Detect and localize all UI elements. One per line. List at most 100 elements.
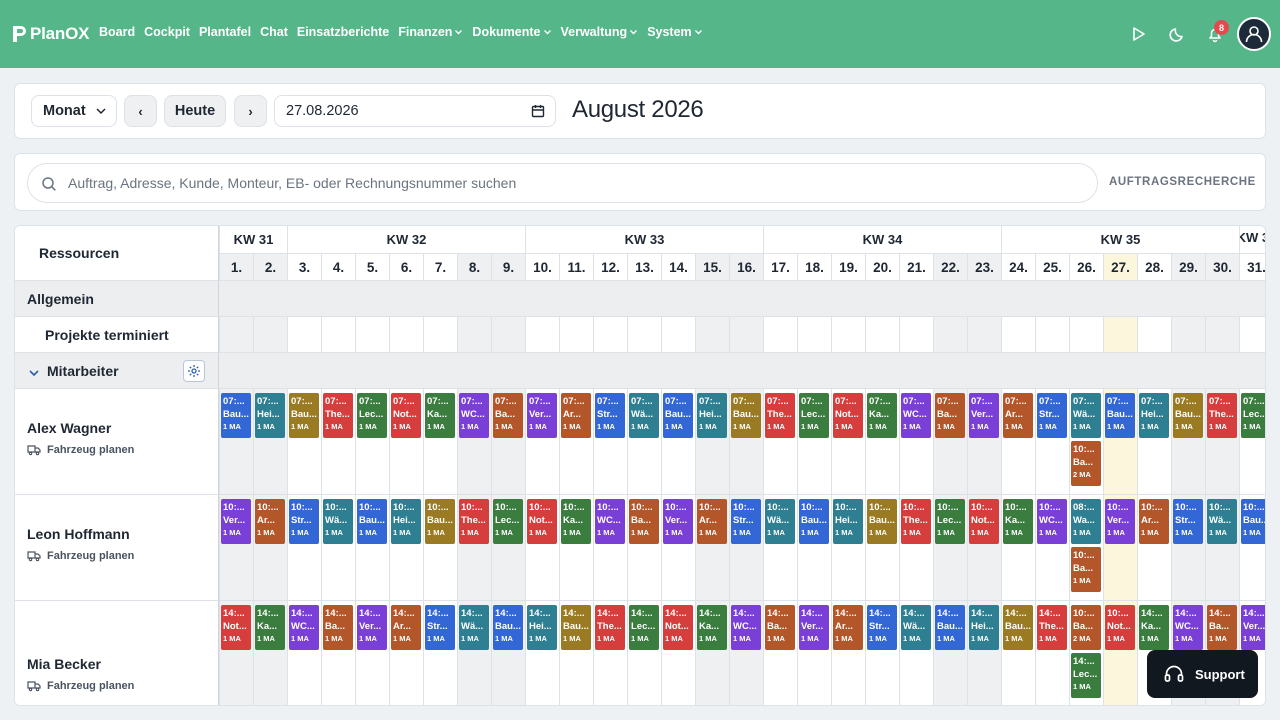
event-card[interactable]: 10:... Wä... 1 MA (323, 499, 353, 544)
event-card[interactable]: 14:... Ka... 1 MA (255, 605, 285, 650)
event-card[interactable]: 10:... WC... 1 MA (595, 499, 625, 544)
event-card[interactable]: 07:... Bau... 1 MA (221, 393, 251, 438)
event-card[interactable]: 10:... Wä... 1 MA (765, 499, 795, 544)
nav-item-finanzen[interactable]: Finanzen (398, 25, 463, 39)
event-card[interactable]: 10:... Str... 1 MA (731, 499, 761, 544)
event-card[interactable]: 14:... The... 1 MA (1037, 605, 1067, 650)
event-card[interactable]: 14:... Ka... 1 MA (1139, 605, 1169, 650)
event-card[interactable]: 10:... Ba... 2 MA (1071, 441, 1101, 486)
event-card[interactable]: 14:... Bau... 1 MA (561, 605, 591, 650)
event-card[interactable]: 14:... Str... 1 MA (867, 605, 897, 650)
event-card[interactable]: 14:... Ar... 1 MA (391, 605, 421, 650)
event-card[interactable]: 10:... Hei... 1 MA (833, 499, 863, 544)
auftragsrecherche-link[interactable]: AUFTRAGSRECHERCHE (1109, 176, 1256, 188)
event-card[interactable]: 10:... Ar... 1 MA (255, 499, 285, 544)
event-card[interactable]: 10:... Not... 1 MA (1105, 605, 1135, 650)
event-card[interactable]: 10:... Str... 1 MA (1173, 499, 1203, 544)
event-card[interactable]: 14:... Ver... 1 MA (1241, 605, 1265, 650)
event-card[interactable]: 10:... Ba... 1 MA (629, 499, 659, 544)
event-card[interactable]: 14:... Not... 1 MA (221, 605, 251, 650)
event-card[interactable]: 14:... WC... 1 MA (1173, 605, 1203, 650)
event-card[interactable]: 14:... Lec... 1 MA (1071, 653, 1101, 698)
event-card[interactable]: 07:... Bau... 1 MA (663, 393, 693, 438)
event-card[interactable]: 14:... Hei... 1 MA (527, 605, 557, 650)
event-card[interactable]: 10:... WC... 1 MA (1037, 499, 1067, 544)
brand-logo[interactable]: PlanOX (10, 22, 89, 46)
chevron-down-icon[interactable] (28, 365, 40, 383)
event-card[interactable]: 07:... Ver... 1 MA (527, 393, 557, 438)
event-card[interactable]: 07:... Bau... 1 MA (731, 393, 761, 438)
event-card[interactable]: 07:... Ar... 1 MA (561, 393, 591, 438)
event-card[interactable]: 10:... Ar... 1 MA (697, 499, 727, 544)
event-card[interactable]: 10:... Ver... 1 MA (221, 499, 251, 544)
event-card[interactable]: 10:... Str... 1 MA (289, 499, 319, 544)
nav-item-plantafel[interactable]: Plantafel (199, 25, 251, 39)
event-card[interactable]: 10:... Ar... 1 MA (1139, 499, 1169, 544)
next-button[interactable]: › (234, 95, 267, 127)
event-card[interactable]: 14:... Ba... 1 MA (765, 605, 795, 650)
event-card[interactable]: 10:... Not... 1 MA (527, 499, 557, 544)
event-card[interactable]: 14:... WC... 1 MA (289, 605, 319, 650)
event-card[interactable]: 07:... Ba... 1 MA (935, 393, 965, 438)
calendar-icon[interactable] (531, 104, 545, 118)
employee-name[interactable]: Mia Becker (27, 656, 101, 672)
event-card[interactable]: 07:... WC... 1 MA (901, 393, 931, 438)
event-card[interactable]: 10:... Bau... 1 MA (799, 499, 829, 544)
event-card[interactable]: 07:... The... 1 MA (323, 393, 353, 438)
event-card[interactable]: 14:... Ar... 1 MA (833, 605, 863, 650)
event-card[interactable]: 08:... Wa... 1 MA (1071, 499, 1101, 544)
event-card[interactable]: 07:... Wä... 1 MA (629, 393, 659, 438)
event-card[interactable]: 07:... WC... 1 MA (459, 393, 489, 438)
nav-item-chat[interactable]: Chat (260, 25, 288, 39)
event-card[interactable]: 07:... Ar... 1 MA (1003, 393, 1033, 438)
event-card[interactable]: 07:... Wä... 1 MA (1071, 393, 1101, 438)
today-button[interactable]: Heute (164, 95, 226, 127)
nav-item-verwaltung[interactable]: Verwaltung (561, 25, 639, 39)
nav-item-board[interactable]: Board (99, 25, 135, 39)
event-card[interactable]: 07:... The... 1 MA (765, 393, 795, 438)
vehicle-plan-link[interactable]: Fahrzeug planen (27, 444, 134, 456)
nav-item-dokumente[interactable]: Dokumente (472, 25, 551, 39)
moon-icon[interactable] (1169, 25, 1187, 43)
event-card[interactable]: 14:... Ba... 1 MA (1207, 605, 1237, 650)
event-card[interactable]: 07:... Ba... 1 MA (493, 393, 523, 438)
event-card[interactable]: 10:... Bau... 1 MA (867, 499, 897, 544)
event-card[interactable]: 14:... Wä... 1 MA (901, 605, 931, 650)
prev-button[interactable]: ‹ (124, 95, 157, 127)
employee-name[interactable]: Alex Wagner (27, 420, 111, 436)
event-card[interactable]: 07:... Not... 1 MA (833, 393, 863, 438)
event-card[interactable]: 14:... Bau... 1 MA (1003, 605, 1033, 650)
vehicle-plan-link[interactable]: Fahrzeug planen (27, 680, 134, 692)
event-card[interactable]: 14:... The... 1 MA (595, 605, 625, 650)
event-card[interactable]: 10:... The... 1 MA (459, 499, 489, 544)
event-card[interactable]: 07:... Bau... 1 MA (1173, 393, 1203, 438)
event-card[interactable]: 14:... Not... 1 MA (663, 605, 693, 650)
user-avatar-icon[interactable] (1237, 17, 1271, 51)
gear-icon[interactable] (183, 360, 205, 382)
event-card[interactable]: 10:... Ver... 1 MA (663, 499, 693, 544)
event-card[interactable]: 07:... Str... 1 MA (1037, 393, 1067, 438)
event-card[interactable]: 07:... Lec... 1 MA (357, 393, 387, 438)
play-icon[interactable] (1129, 25, 1147, 43)
event-card[interactable]: 07:... Bau... 1 MA (289, 393, 319, 438)
nav-item-system[interactable]: System (647, 25, 702, 39)
vehicle-plan-link[interactable]: Fahrzeug planen (27, 550, 134, 562)
event-card[interactable]: 07:... Ver... 1 MA (969, 393, 999, 438)
event-card[interactable]: 14:... Bau... 1 MA (935, 605, 965, 650)
event-card[interactable]: 10:... Ba... 2 MA (1071, 605, 1101, 650)
event-card[interactable]: 07:... Hei... 1 MA (697, 393, 727, 438)
event-card[interactable]: 10:... Bau... 1 MA (357, 499, 387, 544)
event-card[interactable]: 14:... Bau... 1 MA (493, 605, 523, 650)
employee-name[interactable]: Leon Hoffmann (27, 526, 130, 542)
search-input[interactable]: Auftrag, Adresse, Kunde, Monteur, EB- od… (27, 163, 1098, 203)
event-card[interactable]: 10:... Lec... 1 MA (493, 499, 523, 544)
event-card[interactable]: 10:... Ba... 1 MA (1071, 547, 1101, 592)
event-card[interactable]: 10:... The... 1 MA (901, 499, 931, 544)
event-card[interactable]: 10:... Lec... 1 MA (935, 499, 965, 544)
event-card[interactable]: 07:... Ka... 1 MA (867, 393, 897, 438)
event-card[interactable]: 14:... Ba... 1 MA (323, 605, 353, 650)
event-card[interactable]: 14:... Ver... 1 MA (799, 605, 829, 650)
event-card[interactable]: 07:... The... 1 MA (1207, 393, 1237, 438)
event-card[interactable]: 14:... Wä... 1 MA (459, 605, 489, 650)
event-card[interactable]: 10:... Wä... 1 MA (1207, 499, 1237, 544)
